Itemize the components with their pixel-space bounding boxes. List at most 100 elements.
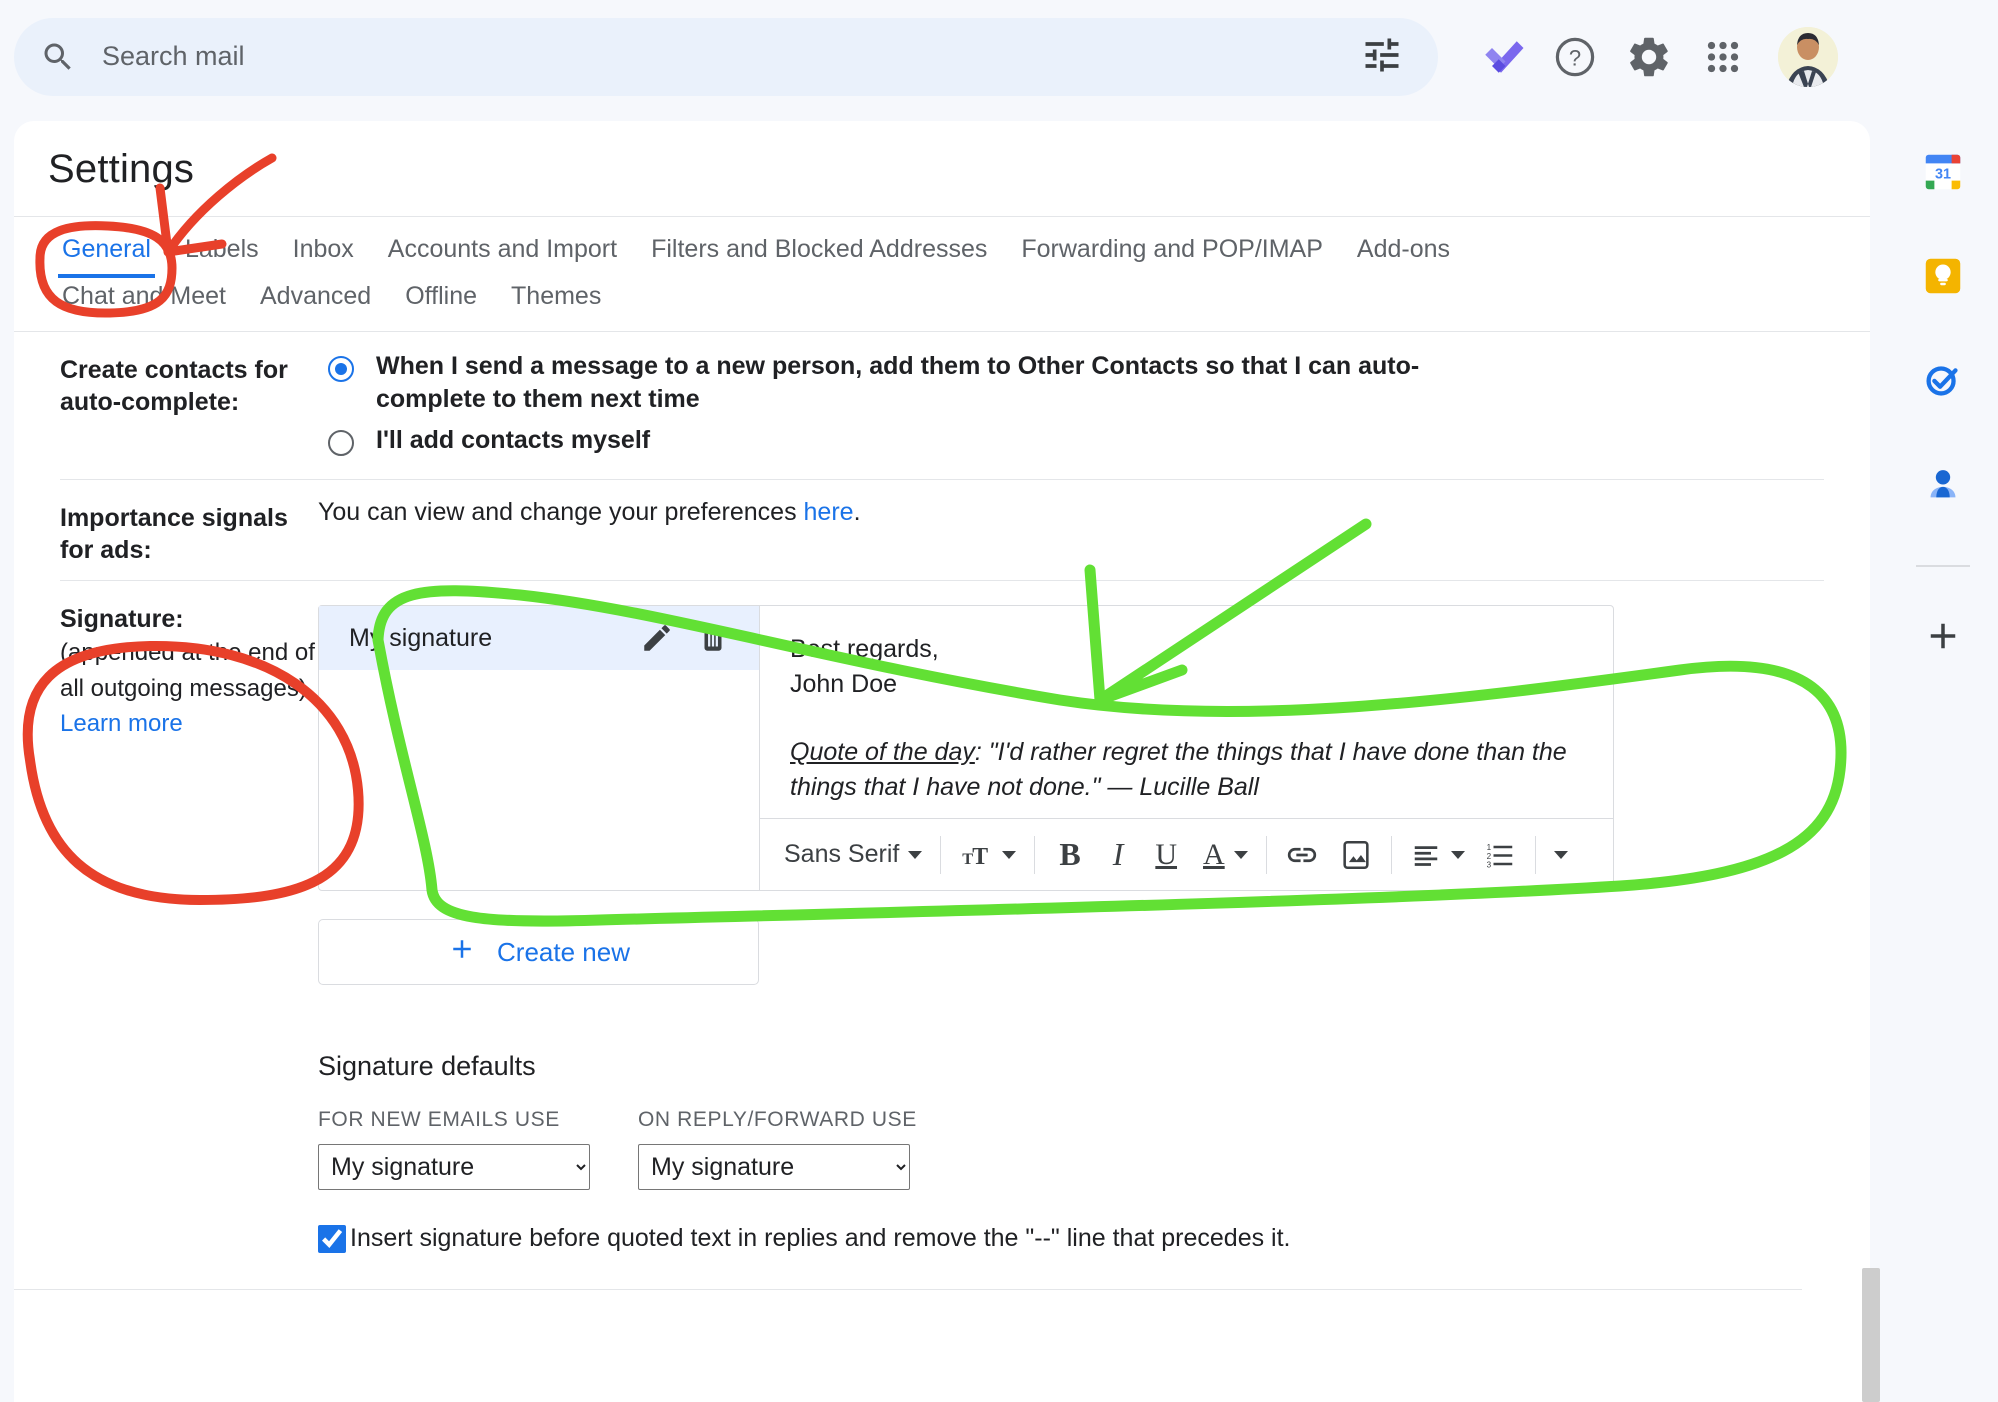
new-emails-caption: FOR NEW EMAILS USE <box>318 1108 560 1131</box>
importance-signals-body: You can view and change your preferences… <box>318 498 1824 566</box>
signature-label-block: Signature: (appended at the end of all o… <box>60 599 318 1290</box>
bold-button[interactable]: B <box>1043 830 1096 880</box>
tab-forwarding-and-pop-imap[interactable]: Forwarding and POP/IMAP <box>1021 217 1323 278</box>
importance-signals-text: You can view and change your preferences <box>318 498 804 526</box>
insert-before-quoted-row[interactable]: Insert signature before quoted text in r… <box>318 1224 1824 1253</box>
plus-icon <box>447 934 477 971</box>
importance-signals-here-link[interactable]: here <box>804 498 854 526</box>
insert-before-quoted-label: Insert signature before quoted text in r… <box>350 1224 1291 1252</box>
radio-auto-add[interactable] <box>328 356 354 382</box>
reply-forward-select[interactable]: My signature <box>638 1144 910 1190</box>
signature-list: My signature <box>319 606 760 890</box>
tab-filters-and-blocked-addresses[interactable]: Filters and Blocked Addresses <box>651 217 987 278</box>
tab-themes[interactable]: Themes <box>511 278 601 325</box>
importance-signals-row: Importance signals for ads: You can view… <box>60 480 1824 580</box>
new-emails-default-col: FOR NEW EMAILS USE My signature <box>318 1108 590 1190</box>
italic-button[interactable]: I <box>1097 830 1140 880</box>
create-contacts-label: Create contacts for auto-complete: <box>60 356 288 416</box>
page-title: Settings <box>48 147 195 191</box>
create-contacts-row: Create contacts for auto-complete: When … <box>60 332 1824 479</box>
pencil-icon[interactable] <box>633 614 681 662</box>
create-new-signature-button[interactable]: Create new <box>318 919 759 985</box>
settings-body: Create contacts for auto-complete: When … <box>14 332 1870 1304</box>
apps-grid-icon[interactable] <box>1686 20 1760 94</box>
side-panel-add-icon[interactable] <box>1912 605 1974 667</box>
chevron-down-icon <box>1233 850 1248 859</box>
side-panel-tasks-icon[interactable] <box>1912 349 1974 411</box>
signature-label: Signature: <box>60 605 184 633</box>
text-color-label: A <box>1203 837 1225 871</box>
signature-content-line-2: John Doe <box>790 669 898 698</box>
search-input[interactable] <box>76 40 1360 73</box>
right-side-panel: 31 <box>1888 113 1998 1402</box>
svg-text:T: T <box>973 843 989 869</box>
scrollbar-thumb[interactable] <box>1862 1268 1880 1402</box>
tab-offline[interactable]: Offline <box>405 278 477 325</box>
align-dropdown[interactable] <box>1400 830 1475 880</box>
signature-defaults-heading: Signature defaults <box>318 1051 536 1081</box>
insert-image-icon[interactable] <box>1329 830 1383 880</box>
search-bar[interactable] <box>14 17 1438 96</box>
tab-add-ons[interactable]: Add-ons <box>1357 217 1450 278</box>
underline-button[interactable]: U <box>1139 830 1193 880</box>
side-panel-keep-icon[interactable] <box>1912 245 1974 307</box>
signature-list-empty-space <box>319 670 759 870</box>
signature-content[interactable]: Best regards, John Doe Quote of the day:… <box>760 606 1613 818</box>
settings-tabs: General Labels Inbox Accounts and Import… <box>14 217 1870 331</box>
svg-text:3: 3 <box>1486 860 1491 869</box>
toolbar-separator <box>1265 835 1267 874</box>
svg-text:1: 1 <box>1486 843 1491 852</box>
side-panel-contacts-icon[interactable] <box>1912 453 1974 515</box>
signature-editor-area: My signature Best regards, John Doe Quot… <box>14 599 1824 1290</box>
toolbar-separator <box>1034 835 1036 874</box>
toolbar-separator <box>1534 835 1536 874</box>
insert-link-icon[interactable] <box>1275 830 1329 880</box>
text-size-dropdown[interactable]: TT <box>949 830 1026 880</box>
text-color-dropdown[interactable]: A <box>1193 830 1258 880</box>
trash-icon[interactable] <box>689 614 737 662</box>
new-emails-select[interactable]: My signature <box>318 1144 590 1190</box>
signature-defaults-row: FOR NEW EMAILS USE My signature ON REPLY… <box>318 1108 1824 1190</box>
signature-quote: Quote of the day: "I'd rather regret the… <box>790 735 1583 804</box>
signature-editor: Best regards, John Doe Quote of the day:… <box>760 606 1613 890</box>
toolbar-separator <box>940 835 942 874</box>
chevron-down-icon <box>1450 850 1465 859</box>
side-panel-calendar-icon[interactable]: 31 <box>1912 141 1974 203</box>
reply-forward-caption: ON REPLY/FORWARD USE <box>638 1108 917 1131</box>
reply-forward-default-col: ON REPLY/FORWARD USE My signature <box>638 1108 917 1190</box>
create-contacts-options: When I send a message to a new person, a… <box>318 350 1824 465</box>
gear-icon[interactable] <box>1612 20 1686 94</box>
signature-panel: My signature Best regards, John Doe Quot… <box>318 605 1614 891</box>
numbered-list-icon[interactable]: 123 <box>1475 830 1527 880</box>
tab-chat-and-meet[interactable]: Chat and Meet <box>62 278 226 325</box>
create-contacts-option-manual[interactable]: I'll add contacts myself <box>318 424 1824 457</box>
account-avatar[interactable] <box>1778 26 1838 87</box>
tab-advanced[interactable]: Advanced <box>260 278 371 325</box>
signature-row: Signature: (appended at the end of all o… <box>14 581 1824 1304</box>
create-contacts-option-auto[interactable]: When I send a message to a new person, a… <box>318 350 1824 416</box>
more-options-icon[interactable] <box>1544 830 1578 880</box>
help-icon[interactable]: ? <box>1538 20 1612 94</box>
checkmark-brand-icon[interactable] <box>1464 20 1538 94</box>
svg-text:31: 31 <box>1935 167 1951 183</box>
tab-general[interactable]: General <box>58 217 155 278</box>
toolbar-separator <box>1390 835 1392 874</box>
signature-list-item[interactable]: My signature <box>319 606 759 670</box>
tab-accounts-and-import[interactable]: Accounts and Import <box>388 217 617 278</box>
settings-tabs-row-2: Chat and Meet Advanced Offline Themes <box>62 278 1870 331</box>
radio-manual-add-label: I'll add contacts myself <box>376 426 651 454</box>
top-header-bar: ? <box>0 0 1998 113</box>
header-icon-group: ? <box>1464 20 1862 94</box>
settings-tabs-row-1: General Labels Inbox Accounts and Import… <box>58 217 1870 278</box>
signature-learn-more-link[interactable]: Learn more <box>60 710 183 737</box>
radio-manual-add[interactable] <box>328 430 354 456</box>
divider-after-signature <box>14 1289 1802 1290</box>
tab-labels[interactable]: Labels <box>185 217 259 278</box>
scrollbar-track[interactable] <box>1862 121 1880 1402</box>
search-icon <box>40 39 76 75</box>
tab-inbox[interactable]: Inbox <box>293 217 354 278</box>
font-family-dropdown[interactable]: Sans Serif <box>774 830 932 880</box>
importance-signals-label: Importance signals for ads: <box>60 504 288 564</box>
tune-filter-icon[interactable] <box>1360 33 1408 81</box>
insert-before-quoted-checkbox[interactable] <box>318 1224 346 1253</box>
